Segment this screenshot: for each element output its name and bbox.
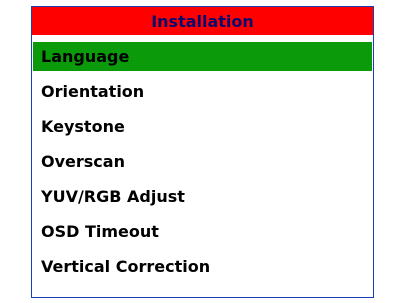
menu-item-yuv-rgb-adjust[interactable]: YUV/RGB Adjust [33,182,372,211]
menu-title: Installation [32,7,373,35]
menu-item-orientation[interactable]: Orientation [33,77,372,106]
menu-item-keystone[interactable]: Keystone [33,112,372,141]
menu-list: Language Orientation Keystone Overscan Y… [33,42,372,287]
installation-menu-panel: Installation Language Orientation Keysto… [31,6,374,298]
menu-item-osd-timeout[interactable]: OSD Timeout [33,217,372,246]
menu-item-overscan[interactable]: Overscan [33,147,372,176]
menu-item-vertical-correction[interactable]: Vertical Correction [33,252,372,281]
menu-item-language[interactable]: Language [33,42,372,71]
